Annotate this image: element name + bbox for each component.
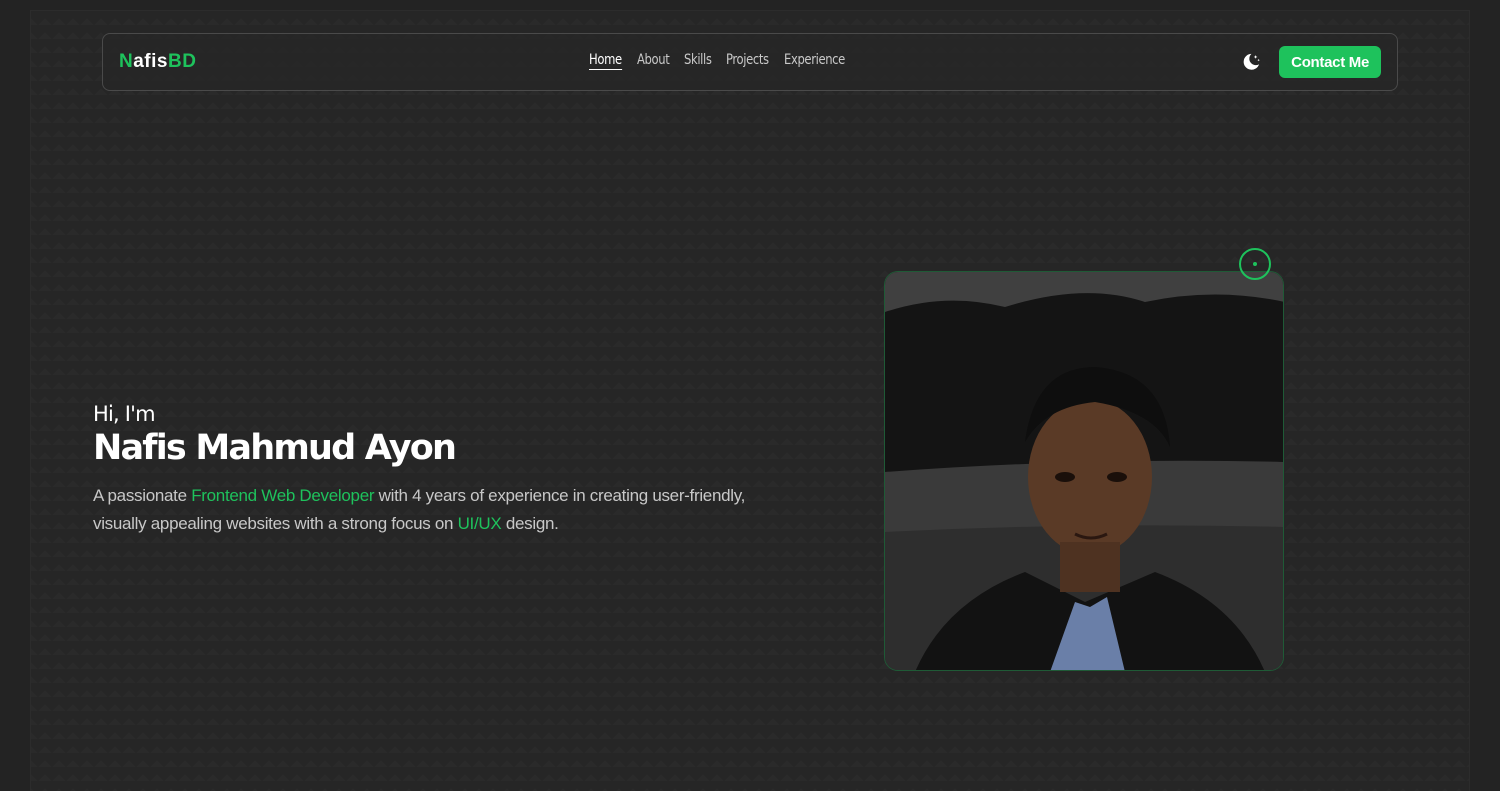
nav-link-skills[interactable]: Skills	[684, 52, 712, 70]
hero-intro: Hi, I'm Nafis Mahmud Ayon A passionate F…	[93, 402, 753, 538]
desc-text-1: A passionate	[93, 486, 192, 506]
logo-suffix: BD	[167, 51, 197, 72]
hero-description: A passionate Frontend Web Developer with…	[93, 482, 753, 538]
desc-highlight-uiux: UI/UX	[457, 514, 502, 534]
desc-text-3: design.	[501, 514, 559, 534]
logo-letter-n: N	[119, 51, 134, 72]
desc-highlight-role: Frontend Web Developer	[191, 486, 375, 506]
nav-link-home[interactable]: Home	[589, 52, 622, 70]
orbit-dot-icon	[1239, 248, 1271, 280]
navbar: N afis BD Home About Skills Projects Exp…	[102, 33, 1398, 91]
nav-link-projects[interactable]: Projects	[726, 52, 769, 70]
hero-name: Nafis Mahmud Ayon	[93, 428, 457, 468]
nav-actions: Contact Me	[1239, 46, 1381, 78]
profile-photo	[884, 271, 1284, 671]
moon-stars-icon[interactable]	[1239, 50, 1263, 74]
main-nav: Home About Skills Projects Experience	[589, 52, 850, 70]
logo-text: afis	[133, 51, 168, 72]
orbit-dot-center	[1253, 262, 1257, 266]
nav-link-experience[interactable]: Experience	[784, 52, 845, 70]
hero-greeting: Hi, I'm	[93, 402, 156, 426]
contact-me-button[interactable]: Contact Me	[1279, 46, 1381, 78]
site-logo[interactable]: N afis BD	[119, 51, 196, 73]
nav-link-about[interactable]: About	[637, 52, 670, 70]
